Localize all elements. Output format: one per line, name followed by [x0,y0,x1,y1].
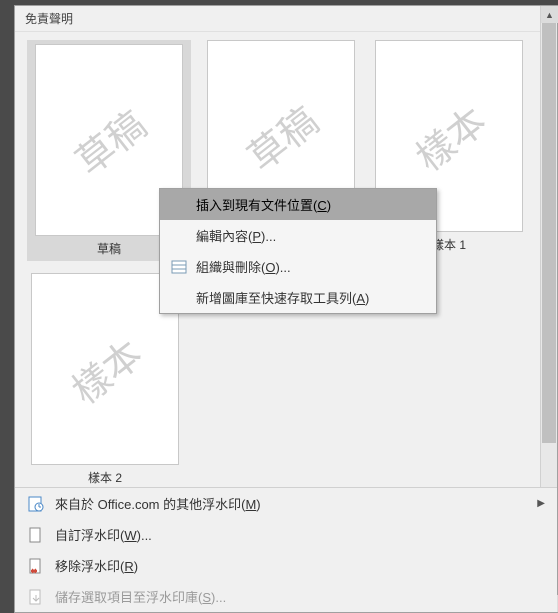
menu-remove-watermark[interactable]: 移除浮水印(R) [15,550,557,581]
menu-more-from-office[interactable]: 來自於 Office.com 的其他浮水印(M) ▶ [15,488,557,519]
menu-label: 自訂浮水印(W)... [55,525,152,544]
menu-label: 儲存選取項目至浮水印庫(S)... [55,587,226,606]
blank-icon [168,196,190,214]
blank-icon [168,227,190,245]
ctx-edit-content[interactable]: 編輯內容(P)... [160,220,436,251]
office-watermark-icon [25,495,47,513]
thumbnail-label: 樣本 2 [88,469,122,484]
save-gallery-icon [25,588,47,606]
page-icon [25,526,47,544]
menu-label: 來自於 Office.com 的其他浮水印(M) [55,494,261,513]
watermark-text: 樣本 [58,324,152,414]
watermark-thumbnail: 樣本 [31,273,179,465]
ctx-insert-at-position[interactable]: 插入到現有文件位置(C) [160,189,436,220]
menu-save-to-gallery: 儲存選取項目至浮水印庫(S)... [15,581,557,612]
scroll-thumb[interactable] [542,23,556,443]
organize-icon [168,258,190,276]
remove-watermark-icon [25,557,47,575]
menu-label: 移除浮水印(R) [55,556,138,575]
thumbnail-label: 草稿 [97,240,121,257]
context-menu: 插入到現有文件位置(C) 編輯內容(P)... 組織與刪除(O)... 新增圖庫… [159,188,437,314]
bottom-menu: 來自於 Office.com 的其他浮水印(M) ▶ 自訂浮水印(W)... 移… [15,487,557,612]
ctx-organize-delete[interactable]: 組織與刪除(O)... [160,251,436,282]
ctx-add-to-qat[interactable]: 新增圖庫至快速存取工具列(A) [160,282,436,313]
ctx-label: 編輯內容(P)... [196,226,276,245]
thumbnail-label: 樣本 1 [432,236,466,253]
watermark-text: 樣本 [402,91,496,181]
watermark-text: 草稿 [234,91,328,181]
section-title: 免責聲明 [25,12,73,26]
scroll-up-button[interactable]: ▲ [541,6,558,23]
watermark-gallery-panel: 免責聲明 草稿 草稿 草稿 樣本 樣本 1 樣本 樣本 2 [14,5,558,613]
ctx-label: 新增圖庫至快速存取工具列(A) [196,288,369,307]
section-header: 免責聲明 [15,6,557,32]
ctx-label: 插入到現有文件位置(C) [196,195,331,214]
menu-custom-watermark[interactable]: 自訂浮水印(W)... [15,519,557,550]
watermark-text: 草稿 [62,95,156,185]
ctx-label: 組織與刪除(O)... [196,257,291,276]
blank-icon [168,289,190,307]
submenu-arrow-icon: ▶ [537,498,545,509]
